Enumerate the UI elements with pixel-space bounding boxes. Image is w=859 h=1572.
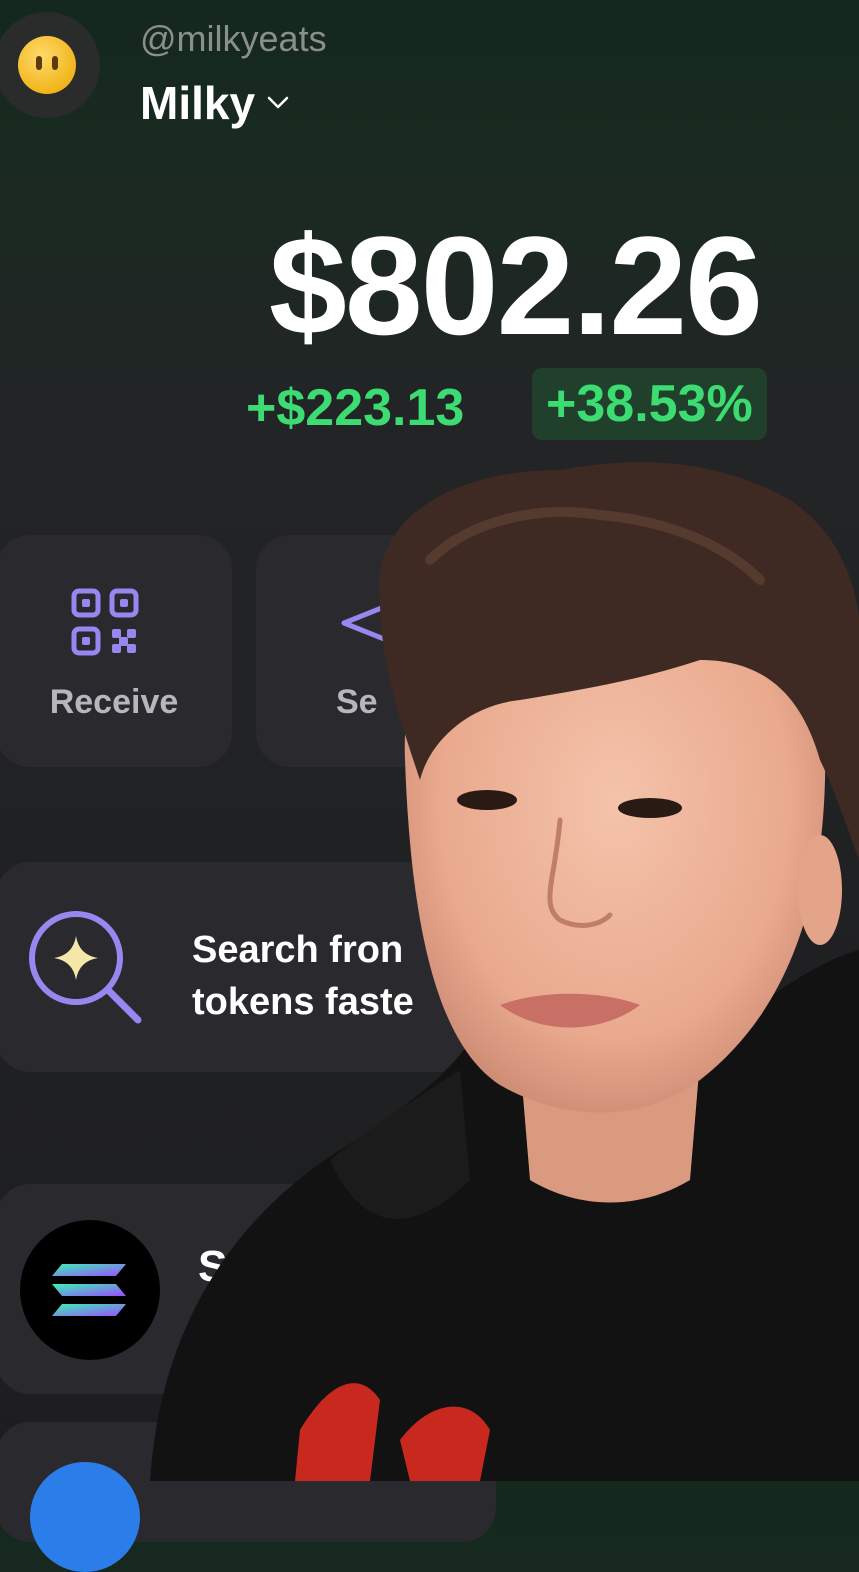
token-logo-icon — [30, 1462, 140, 1572]
search-promo-card[interactable]: Search fron tokens faste — [0, 862, 496, 1072]
account-name: Milky — [140, 77, 256, 129]
promo-text: Search fron tokens faste — [192, 924, 414, 1028]
neutral-face-emoji-icon — [18, 36, 76, 94]
token-row-partial[interactable] — [0, 1422, 496, 1572]
token-row-solana[interactable]: Sol 1 — [0, 1184, 496, 1394]
promo-line-1: Search fron — [192, 929, 404, 971]
balance-change-percent-badge: +38.53% — [532, 368, 767, 440]
promo-line-2: tokens faste — [192, 981, 414, 1023]
account-handle: @milkyeats — [140, 18, 327, 59]
send-icon — [341, 596, 407, 650]
profile-avatar[interactable] — [0, 12, 100, 118]
balance-change-percent: +38.53% — [546, 375, 753, 433]
sparkle-search-icon — [29, 911, 142, 1024]
token-name: Sol — [198, 1242, 267, 1291]
chevron-down-icon — [267, 96, 289, 109]
solana-logo-icon — [20, 1220, 160, 1360]
balance-change-amount: +$223.13 — [246, 379, 465, 437]
send-button[interactable]: Se — [256, 535, 492, 767]
account-switcher[interactable]: Milky — [140, 76, 291, 130]
receive-label: Receive — [49, 683, 179, 721]
send-label: Se — [336, 683, 378, 721]
total-balance: $802.26 — [268, 207, 763, 364]
token-amount: 1 — [198, 1302, 217, 1340]
qr-code-icon — [71, 588, 139, 656]
receive-button[interactable]: Receive — [0, 535, 232, 767]
